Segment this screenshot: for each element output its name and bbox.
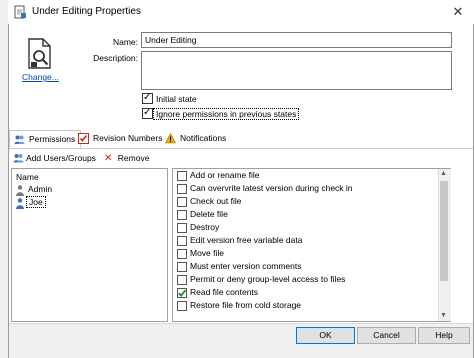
- description-field[interactable]: [141, 51, 452, 90]
- green-check-icon[interactable]: [177, 288, 187, 298]
- permission-checkbox[interactable]: [177, 236, 187, 246]
- remove-button[interactable]: ✕ Remove: [104, 153, 149, 164]
- tab-notifications[interactable]: Notifications: [161, 130, 231, 148]
- remove-label: Remove: [117, 153, 150, 163]
- scroll-down-arrow-icon[interactable]: ▼: [440, 312, 447, 319]
- permission-label: Can overvrite latest version during chec…: [190, 183, 353, 193]
- ignore-permissions-label: Ignore permissions in previous states: [153, 108, 300, 120]
- permission-label: Move file: [190, 248, 225, 258]
- permission-label: Edit version free variable data: [190, 235, 303, 245]
- permission-label: Permit or deny group-level access to fil…: [190, 274, 346, 284]
- permission-checkbox[interactable]: [177, 184, 187, 194]
- add-users-icon: [13, 154, 24, 163]
- close-icon[interactable]: ✕: [448, 3, 468, 21]
- add-users-groups-button[interactable]: Add Users/Groups: [13, 153, 96, 163]
- permission-label: Add or rename file: [190, 170, 260, 180]
- tab-revision-numbers[interactable]: Revision Numbers: [74, 130, 167, 148]
- ignore-permissions-checkbox[interactable]: [142, 107, 153, 119]
- add-users-groups-label: Add Users/Groups: [26, 153, 96, 163]
- tab-permissions-label: Permissions: [29, 134, 76, 144]
- tab-notifications-label: Notifications: [180, 133, 227, 143]
- scroll-up-arrow-icon[interactable]: ▲: [440, 170, 447, 177]
- change-icon-link[interactable]: Change...: [22, 72, 59, 82]
- permission-checkbox[interactable]: [177, 275, 187, 285]
- permission-checkbox[interactable]: [177, 197, 187, 207]
- user-item-label: Joe: [26, 196, 46, 208]
- name-label: Name:: [112, 37, 138, 47]
- permission-checkbox[interactable]: [177, 210, 187, 220]
- permission-label: Read file contents: [190, 287, 259, 297]
- permission-label: Must enter version comments: [190, 261, 302, 271]
- users-list-header: Name: [16, 172, 39, 182]
- permission-checkbox[interactable]: [177, 262, 187, 272]
- permissions-tab-icon: [14, 135, 25, 144]
- checkbox-check-icon: [78, 133, 89, 144]
- permission-label: Destroy: [190, 222, 220, 232]
- user-item-joe[interactable]: Joe: [16, 196, 46, 210]
- name-field[interactable]: Under Editing: [141, 32, 452, 48]
- permission-checkbox[interactable]: [177, 249, 187, 259]
- permission-label: Restore file from cold storage: [190, 300, 302, 310]
- initial-state-label: Initial state: [156, 94, 197, 104]
- cancel-button[interactable]: Cancel: [357, 327, 416, 344]
- warning-icon: [165, 133, 176, 144]
- permission-checkbox[interactable]: [177, 223, 187, 233]
- ok-button[interactable]: OK: [296, 327, 355, 344]
- user-icon: [16, 198, 24, 209]
- tab-permissions[interactable]: Permissions: [9, 130, 82, 148]
- tab-revision-numbers-label: Revision Numbers: [93, 133, 163, 143]
- workflow-state-icon: [14, 5, 26, 19]
- initial-state-checkbox[interactable]: [142, 92, 153, 104]
- scrollbar-thumb[interactable]: [440, 181, 448, 281]
- help-button[interactable]: Help: [418, 327, 470, 344]
- user-icon: [16, 185, 24, 196]
- permission-label: Delete file: [190, 209, 228, 219]
- permission-label: Check out file: [190, 196, 242, 206]
- description-label: Description:: [93, 53, 138, 63]
- permission-checkbox[interactable]: [177, 171, 187, 181]
- permission-checkbox[interactable]: [177, 301, 187, 311]
- user-item-label: Admin: [28, 184, 53, 194]
- remove-x-icon: ✕: [104, 153, 113, 164]
- state-document-icon: [28, 38, 51, 69]
- dialog-title: Under Editing Properties: [32, 6, 141, 17]
